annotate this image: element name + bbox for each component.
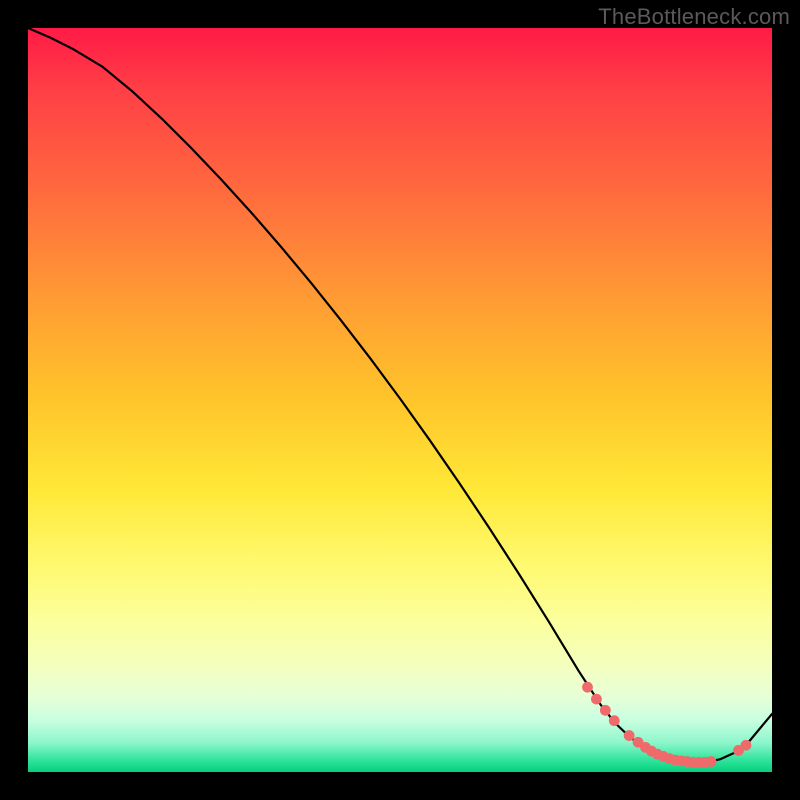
attribution-text: TheBottleneck.com xyxy=(598,4,790,30)
curve-marker xyxy=(624,730,635,741)
curve-marker xyxy=(741,740,752,751)
curve-svg xyxy=(28,28,772,772)
curve-markers xyxy=(582,682,751,768)
curve-marker xyxy=(706,756,717,767)
chart-frame: TheBottleneck.com xyxy=(0,0,800,800)
plot-area xyxy=(28,28,772,772)
curve-marker xyxy=(582,682,593,693)
bottleneck-curve xyxy=(28,28,772,762)
curve-marker xyxy=(609,715,620,726)
curve-marker xyxy=(600,705,611,716)
curve-marker xyxy=(591,694,602,705)
